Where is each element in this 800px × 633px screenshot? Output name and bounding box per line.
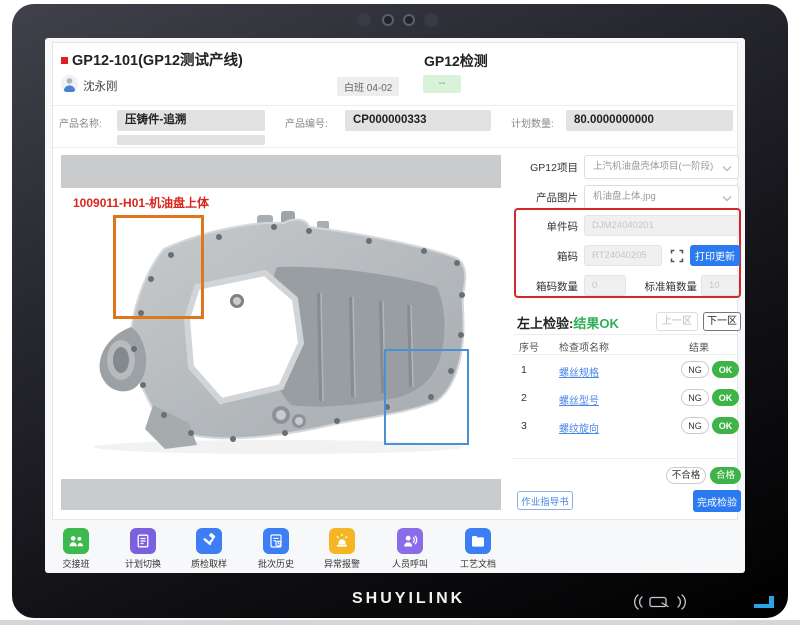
product-image-select[interactable]: 机油盘上体.jpg [584, 185, 739, 209]
toolbar-label: 异常报警 [314, 557, 370, 570]
row-no: 1 [521, 364, 527, 376]
ng-button[interactable]: NG [681, 361, 709, 378]
plan-qty-label: 计划数量: [511, 115, 554, 130]
row-no: 3 [521, 420, 527, 432]
bezel-accent-mark [754, 596, 774, 608]
next-zone-button[interactable]: 下一区 [703, 312, 741, 331]
product-image-value: 机油盘上体.jpg [593, 191, 656, 202]
plan-qty-field[interactable]: 80.0000000000 [566, 110, 733, 131]
alarm-icon [334, 533, 350, 549]
box-code-input[interactable] [584, 245, 662, 266]
handover-icon [68, 533, 84, 549]
station-title: GP12-101(GP12测试产线) [72, 49, 243, 70]
ng-button[interactable]: NG [681, 389, 709, 406]
standard-box-count-label: 标准箱数量 [631, 279, 697, 294]
toolbar-item-staff-call[interactable]: 人员呼叫 [382, 528, 438, 570]
ng-button[interactable]: NG [681, 417, 709, 434]
toolbar-item-sampling[interactable]: 质检取样 [181, 528, 237, 570]
toolbar-item-plan-switch[interactable]: 计划切换 [115, 528, 171, 570]
gp12-project-label: GP12项目 [516, 160, 578, 175]
work-instruction-button[interactable]: 作业指导书 [517, 491, 573, 510]
box-count-input[interactable] [584, 275, 626, 296]
standard-box-count-input[interactable] [701, 275, 739, 296]
product-code-label: 产品编号: [285, 115, 328, 130]
screenshot-stage: SHUYILINK GP12-101(GP12测试产线) GP12检测 沈永刚 … [0, 0, 800, 633]
staff-call-icon [402, 533, 418, 549]
col-item: 检查项名称 [559, 339, 609, 354]
toolbar-item-handover[interactable]: 交接班 [48, 528, 104, 570]
gp12-project-value: 上汽机油盘壳体项目(一阶段) [593, 161, 713, 172]
toolbar-item-batch-history[interactable]: 批次历史 [248, 528, 304, 570]
divider [53, 105, 737, 106]
box-code-label: 箱码 [516, 249, 578, 264]
batch-history-icon [268, 533, 284, 549]
user-avatar [61, 75, 78, 92]
chevron-down-icon [722, 195, 732, 202]
user-name: 沈永刚 [83, 78, 118, 94]
box-count-label: 箱码数量 [510, 279, 578, 294]
row-no: 2 [521, 392, 527, 404]
product-name-label: 产品名称: [59, 115, 102, 130]
camera-lens-icon [403, 14, 415, 26]
ok-button[interactable]: OK [712, 361, 739, 378]
camera-dot-icon [357, 13, 371, 27]
check-item-link[interactable]: 螺纹旋向 [559, 420, 599, 435]
image-letterbox-bottom [61, 479, 501, 510]
toolbar-label: 质检取样 [181, 557, 237, 570]
shift-badge: 白班 04-02 [337, 77, 399, 96]
fail-button[interactable]: 不合格 [666, 467, 706, 484]
sampling-icon [201, 533, 217, 549]
unit-code-label: 单件码 [516, 219, 578, 234]
nfc-reader-icon [630, 592, 690, 612]
divider [513, 334, 737, 335]
toolbar-label: 批次历史 [248, 557, 304, 570]
app-window: GP12-101(GP12测试产线) GP12检测 沈永刚 白班 04-02 -… [52, 42, 738, 520]
desk-edge [0, 620, 800, 625]
check-item-link[interactable]: 螺丝型号 [559, 392, 599, 407]
pass-button[interactable]: 合格 [710, 467, 741, 484]
ok-button[interactable]: OK [712, 389, 739, 406]
divider [53, 147, 737, 148]
toolbar-item-process-doc[interactable]: 工艺文档 [450, 528, 506, 570]
divider [513, 458, 737, 459]
brand-logo: SHUYILINK [352, 590, 465, 608]
gp12-project-select[interactable]: 上汽机油盘壳体项目(一阶段) [584, 155, 739, 179]
check-item-link[interactable]: 螺丝规格 [559, 364, 599, 379]
highlight-blue-box [384, 349, 469, 445]
image-letterbox-top [61, 155, 501, 188]
camera-dot-icon [424, 13, 438, 27]
divider [513, 354, 737, 355]
col-no: 序号 [519, 339, 539, 354]
ok-button[interactable]: OK [712, 417, 739, 434]
product-image-label: 产品图片 [516, 190, 578, 205]
zone-result: 结果OK [573, 316, 619, 331]
plan-switch-icon [135, 533, 151, 549]
status-badge: -- [423, 75, 461, 93]
toolbar-label: 计划切换 [115, 557, 171, 570]
finish-inspection-button[interactable]: 完成检验 [693, 490, 741, 512]
toolbar-item-alarm[interactable]: 异常报警 [314, 528, 370, 570]
toolbar-label: 人员呼叫 [382, 557, 438, 570]
chevron-down-icon [722, 165, 732, 172]
title-bullet [61, 57, 68, 64]
unit-code-input[interactable] [584, 215, 739, 236]
zone-title: 左上检验:结果OK [517, 313, 619, 332]
zone-name: 左上检验: [517, 316, 573, 331]
scan-icon[interactable] [670, 249, 684, 263]
process-doc-icon [470, 533, 486, 549]
page-title: GP12检测 [424, 51, 488, 71]
prev-zone-button[interactable]: 上一区 [656, 312, 698, 331]
camera-lens-icon [382, 14, 394, 26]
print-update-button[interactable]: 打印更新 [690, 245, 740, 266]
col-result: 结果 [689, 339, 709, 354]
product-code-field[interactable]: CP000000333 [345, 110, 491, 131]
product-name-field[interactable]: 压铸件-追溯 [117, 110, 265, 131]
highlight-orange-box [113, 215, 204, 319]
product-image-panel: 1009011-H01-机油盘上体 [61, 153, 501, 513]
clipped-field [117, 135, 265, 145]
toolbar-label: 工艺文档 [450, 557, 506, 570]
toolbar-label: 交接班 [48, 557, 104, 570]
